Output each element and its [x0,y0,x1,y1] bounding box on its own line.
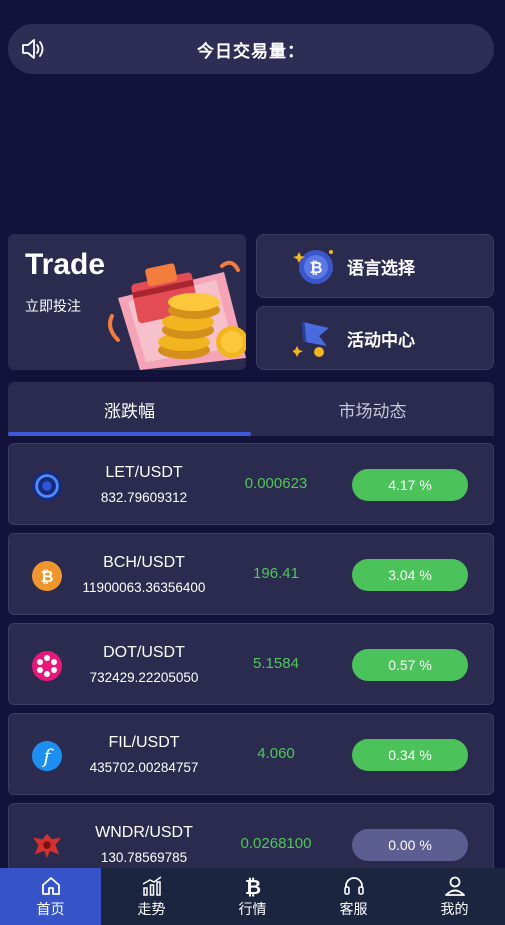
price-value: 0.000623 [244,475,308,492]
trend-chart-icon [142,875,161,896]
market-tabs: 涨跌幅 市场动态 [8,382,494,436]
dot-coin-icon [31,650,63,682]
nav-home[interactable]: 首页 [0,868,101,925]
volume-value: 732429.22205050 [89,670,199,685]
market-row[interactable]: ₿ BCH/USDT 11900063.36356400 196.41 3.04… [8,533,494,615]
pair-label: WNDR/USDT [95,824,193,841]
change-badge[interactable]: 0.57 % [352,649,468,681]
market-row[interactable]: DOT/USDT 732429.22205050 5.1584 0.57 % [8,623,494,705]
fil-coin-icon: f [31,740,63,772]
price-value: 4.060 [257,745,295,762]
pair-label: FIL/USDT [108,734,180,751]
announcement-bar[interactable]: 今日交易量： [8,24,494,74]
nav-profile[interactable]: 我的 [404,868,505,925]
bitcoin-icon: ₿ [244,875,260,897]
nav-market[interactable]: ₿ 行情 [202,868,303,925]
bottom-nav: 首页 走势 ₿ 行情 客服 我的 [0,868,505,925]
trade-title: Trade [25,248,106,281]
nav-home-label: 首页 [36,900,65,917]
volume-value: 435702.00284757 [89,760,199,775]
language-select-button[interactable]: ₿ 语言选择 [256,234,494,298]
price-value: 196.41 [253,565,299,582]
nav-market-label: 行情 [238,900,267,917]
bch-coin-icon: ₿ [31,560,63,592]
nav-trend-label: 走势 [137,900,166,917]
change-badge[interactable]: 4.17 % [352,469,468,501]
svg-text:₿: ₿ [309,258,322,277]
svg-text:₿: ₿ [244,875,260,897]
flag-icon [285,308,345,368]
market-row[interactable]: LET/USDT 832.79609312 0.000623 4.17 % [8,443,494,525]
pair-label: BCH/USDT [103,554,185,571]
trade-illustration [108,260,246,370]
pair-label: DOT/USDT [103,644,185,661]
price-value: 5.1584 [253,655,299,672]
nav-support[interactable]: 客服 [303,868,404,925]
home-icon [41,876,60,895]
let-coin-icon [31,470,63,502]
change-badge[interactable]: 0.00 % [352,829,468,861]
pair-label: LET/USDT [105,464,183,481]
change-badge[interactable]: 3.04 % [352,559,468,591]
announcement-text: 今日交易量： [197,41,305,61]
price-value: 0.0268100 [240,835,312,852]
nav-trend[interactable]: 走势 [101,868,202,925]
wndr-coin-icon [31,830,63,862]
volume-value: 130.78569785 [100,850,188,865]
bitcoin-coin-icon: ₿ [285,236,345,296]
activity-center-button[interactable]: 活动中心 [256,306,494,370]
trade-card[interactable]: Trade 立即投注 [8,234,246,370]
tab-market-news[interactable]: 市场动态 [251,382,494,436]
volume-value: 11900063.36356400 [82,580,206,595]
svg-text:₿: ₿ [40,567,53,586]
user-icon [444,876,465,896]
volume-value: 832.79609312 [100,490,188,505]
tab-price-change[interactable]: 涨跌幅 [8,382,251,436]
nav-support-label: 客服 [339,900,368,917]
change-badge[interactable]: 0.34 % [352,739,468,771]
market-row[interactable]: f FIL/USDT 435702.00284757 4.060 0.34 % [8,713,494,795]
trade-subtitle: 立即投注 [25,298,81,314]
headset-icon [343,876,364,895]
language-select-label: 语言选择 [347,258,415,278]
nav-profile-label: 我的 [440,900,469,917]
activity-center-label: 活动中心 [347,330,415,350]
